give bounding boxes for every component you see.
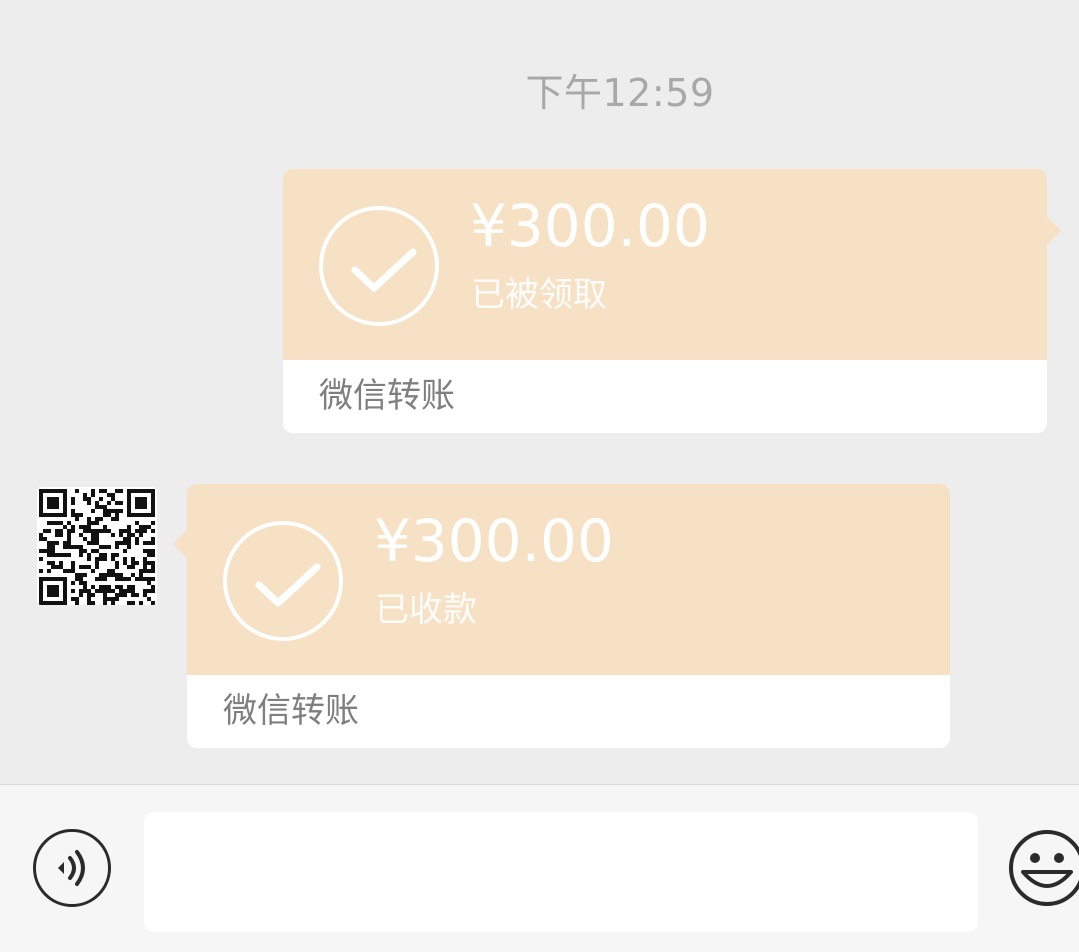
transfer-label: 微信转账 <box>319 376 455 416</box>
input-bar <box>0 784 1079 952</box>
incoming-transfer-card[interactable]: ¥300.00 已收款 微信转账 <box>173 484 950 748</box>
checkmark-icon <box>319 206 439 326</box>
voice-icon <box>58 850 85 886</box>
transfer-label: 微信转账 <box>223 691 359 731</box>
transfer-card-footer: 微信转账 <box>283 360 1047 433</box>
transfer-amount: ¥300.00 <box>374 507 614 575</box>
message-input[interactable] <box>144 812 978 932</box>
transfer-status: 已被领取 <box>471 275 607 315</box>
emoji-button[interactable] <box>1009 828 1079 912</box>
message-timestamp: 下午12:59 <box>525 71 715 115</box>
qr-code-icon <box>39 489 155 605</box>
outgoing-transfer-card[interactable]: ¥300.00 已被领取 微信转账 <box>283 169 1061 433</box>
transfer-status: 已收款 <box>375 590 477 630</box>
emoji-icon <box>1009 830 1079 906</box>
bubble-tail <box>173 530 187 558</box>
chat-area: 下午12:59 ¥300.00 已被领取 微信转账 ¥300.00 已收款 微信… <box>0 0 1079 784</box>
checkmark-icon <box>223 521 343 641</box>
voice-button[interactable] <box>33 829 111 907</box>
bubble-tail <box>1047 217 1061 245</box>
transfer-card-footer: 微信转账 <box>187 675 950 748</box>
qr-code-avatar[interactable] <box>37 487 157 605</box>
transfer-amount: ¥300.00 <box>470 192 710 260</box>
